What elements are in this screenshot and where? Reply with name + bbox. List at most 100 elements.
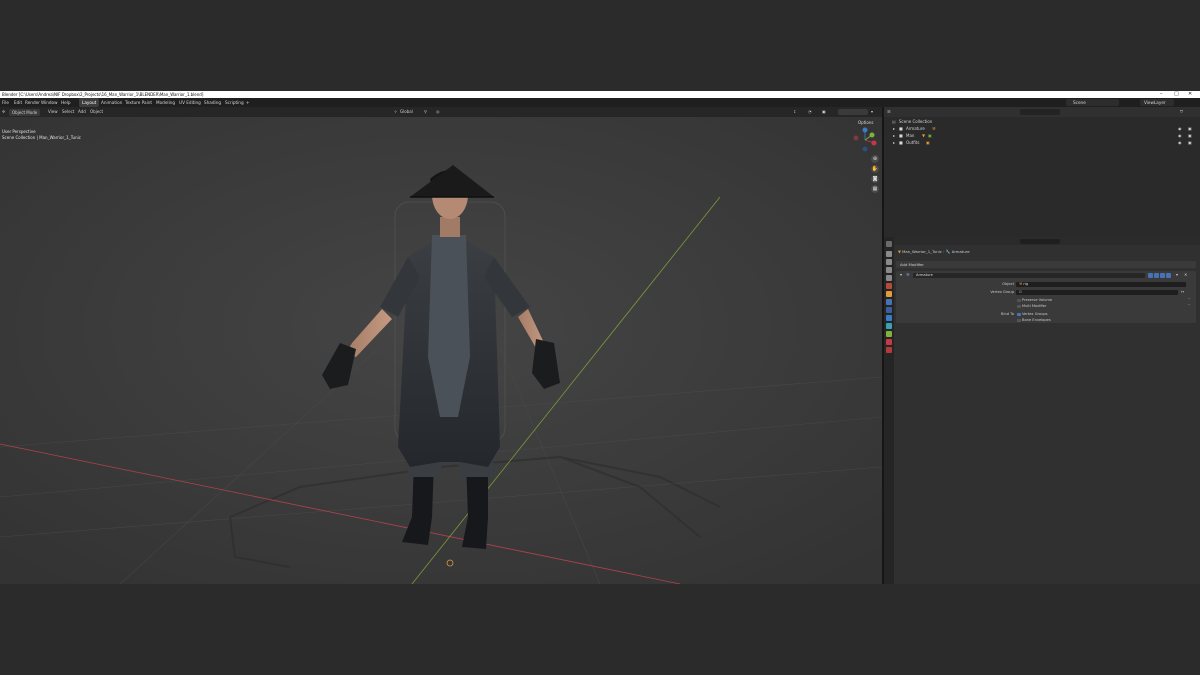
collapse-icon[interactable]: ▾	[900, 272, 902, 277]
object-icon: ▼	[898, 249, 901, 254]
multi-modifier-checkbox[interactable]	[1017, 304, 1021, 308]
scene-tab-icon[interactable]	[886, 275, 892, 281]
invert-vertex-group-icon[interactable]: ↔	[1181, 289, 1184, 294]
viewport-menu-object[interactable]: Object	[90, 107, 103, 117]
modifier-name-field[interactable]: Armature	[913, 272, 1145, 278]
outliner-scene-collection[interactable]: ▤ Scene Collection	[884, 118, 1200, 125]
bone-envelopes-checkbox[interactable]	[1017, 318, 1021, 322]
visibility-eye-icon[interactable]: ◉	[1178, 125, 1182, 132]
view-layer-tab-icon[interactable]	[886, 267, 892, 273]
pan-hand-icon[interactable]: ✋	[871, 165, 879, 173]
vertex-group-label: Vertex Group	[990, 290, 1014, 294]
add-modifier-button[interactable]: Add Modifier	[896, 261, 1196, 268]
gizmo-toggle-icon[interactable]: ⟟	[794, 107, 796, 117]
tab-shading[interactable]: Shading	[201, 98, 224, 107]
viewport-scene	[0, 117, 882, 584]
properties-search-input[interactable]	[1020, 238, 1060, 244]
breadcrumb-modifier: Armature	[951, 249, 970, 254]
viewport-toggle-icon[interactable]	[1154, 272, 1159, 278]
properties-header	[884, 237, 1200, 245]
menu-help[interactable]: Help	[61, 98, 71, 107]
cage-toggle-icon[interactable]	[1166, 272, 1171, 278]
maximize-button[interactable]: □	[1174, 91, 1179, 98]
perspective-toggle-icon[interactable]: ▦	[871, 185, 879, 193]
keyframe-dot-icon[interactable]: •	[1188, 297, 1190, 301]
outliner-item-outfits[interactable]: ▸ ■ Outfits ▣ ◉ ▣	[884, 139, 1200, 146]
tab-texture-paint[interactable]: Texture Paint	[122, 98, 155, 107]
menu-file[interactable]: File	[2, 98, 9, 107]
menu-render[interactable]: Render	[25, 98, 40, 107]
expand-icon[interactable]: ▸	[893, 139, 895, 146]
tool-tab-icon[interactable]	[886, 241, 892, 247]
material-tab-icon[interactable]	[886, 339, 892, 345]
editor-type-icon[interactable]: ✥	[2, 107, 5, 117]
camera-view-icon[interactable]: ◙	[871, 175, 879, 183]
close-button[interactable]: ✕	[1188, 91, 1192, 98]
particles-tab-icon[interactable]	[886, 307, 892, 313]
remove-modifier-icon[interactable]: ✕	[1184, 272, 1187, 277]
navigation-gizmo[interactable]	[852, 127, 878, 153]
outliner-item-armature[interactable]: ▸ ■ Armature ⚒ ◉ ▣	[884, 125, 1200, 132]
modifier-tab-icon[interactable]	[886, 299, 892, 305]
view-layer-selector[interactable]: ViewLayer	[1140, 99, 1174, 106]
viewport-options-button[interactable]: Options	[858, 120, 873, 125]
world-tab-icon[interactable]	[886, 283, 892, 289]
render-camera-icon[interactable]: ▣	[1188, 139, 1192, 146]
data-icon: ▣	[928, 133, 932, 138]
zoom-icon[interactable]: ⊕	[871, 155, 879, 163]
expand-icon[interactable]: ▸	[893, 132, 895, 139]
window-title: Blender [C:\Users\Andrea\NIF Dropbox\2_P…	[2, 92, 204, 97]
render-camera-icon[interactable]: ▣	[1188, 132, 1192, 139]
data-tab-icon[interactable]	[886, 331, 892, 337]
xray-toggle-icon[interactable]: ▣	[822, 107, 826, 117]
texture-tab-icon[interactable]	[886, 347, 892, 353]
filter-icon[interactable]: ⛉	[1180, 107, 1183, 117]
scene-selector[interactable]: Scene	[1066, 99, 1119, 106]
object-field[interactable]: ⚒ rig	[1016, 281, 1186, 287]
mesh-icon: ▼	[922, 133, 926, 138]
armature-icon: ⚒	[932, 126, 936, 131]
output-tab-icon[interactable]	[886, 259, 892, 265]
outliner-search-input[interactable]	[1020, 109, 1060, 115]
blender-window: Blender [C:\Users\Andrea\NIF Dropbox\2_P…	[0, 91, 1200, 584]
orientation-selector[interactable]: Global	[400, 107, 413, 117]
proportional-edit-icon[interactable]: ◎	[436, 107, 440, 117]
render-tab-icon[interactable]	[886, 251, 892, 257]
object-icon: ▣	[926, 140, 930, 145]
outliner-item-man[interactable]: ▸ ■ Man ▼ ▣ ◉ ▣	[884, 132, 1200, 139]
tab-uv-editing[interactable]: UV Editing	[176, 98, 204, 107]
constraints-tab-icon[interactable]	[886, 323, 892, 329]
3d-viewport[interactable]: User Perspective Scene Collection | Man_…	[0, 117, 882, 584]
mode-selector[interactable]: Object Mode	[9, 108, 41, 116]
menu-window[interactable]: Window	[41, 98, 58, 107]
vertex-group-field[interactable]: ⊡	[1016, 289, 1178, 295]
viewport-menu-select[interactable]: Select	[62, 107, 74, 117]
outliner-header: ☰ ⛉	[884, 107, 1200, 117]
object-tab-icon[interactable]	[886, 291, 892, 297]
modifier-menu-icon[interactable]: ▾	[1176, 272, 1178, 277]
shading-options-icon[interactable]: ▾	[871, 107, 873, 117]
properties-panel: ▼ Man_Warrior_1_Tunic › 🔧 Armature Add M…	[884, 237, 1200, 584]
overlay-toggle-icon[interactable]: ◔	[808, 107, 812, 117]
minimize-button[interactable]: –	[1160, 91, 1163, 98]
vertex-groups-checkbox[interactable]	[1017, 312, 1021, 316]
tab-modeling[interactable]: Modeling	[153, 98, 178, 107]
breadcrumb-object: Man_Warrior_1_Tunic	[902, 249, 942, 254]
preserve-volume-checkbox[interactable]	[1017, 298, 1021, 302]
expand-icon[interactable]: ▸	[893, 125, 895, 132]
visibility-eye-icon[interactable]: ◉	[1178, 132, 1182, 139]
physics-tab-icon[interactable]	[886, 315, 892, 321]
visibility-eye-icon[interactable]: ◉	[1178, 139, 1182, 146]
keyframe-dot-icon[interactable]: •	[1188, 303, 1190, 307]
render-camera-icon[interactable]: ▣	[1188, 125, 1192, 132]
viewport-menu-add[interactable]: Add	[78, 107, 86, 117]
shading-mode-buttons[interactable]	[838, 109, 868, 115]
edit-mode-toggle-icon[interactable]	[1148, 272, 1153, 278]
outliner-editor-icon[interactable]: ☰	[887, 107, 891, 117]
snap-icon[interactable]: ⚲	[424, 107, 427, 117]
tab-layout[interactable]: Layout	[79, 98, 100, 107]
render-toggle-icon[interactable]	[1160, 272, 1165, 278]
menu-edit[interactable]: Edit	[14, 98, 22, 107]
viewport-menu-view[interactable]: View	[48, 107, 58, 117]
add-workspace-button[interactable]: +	[243, 98, 253, 107]
